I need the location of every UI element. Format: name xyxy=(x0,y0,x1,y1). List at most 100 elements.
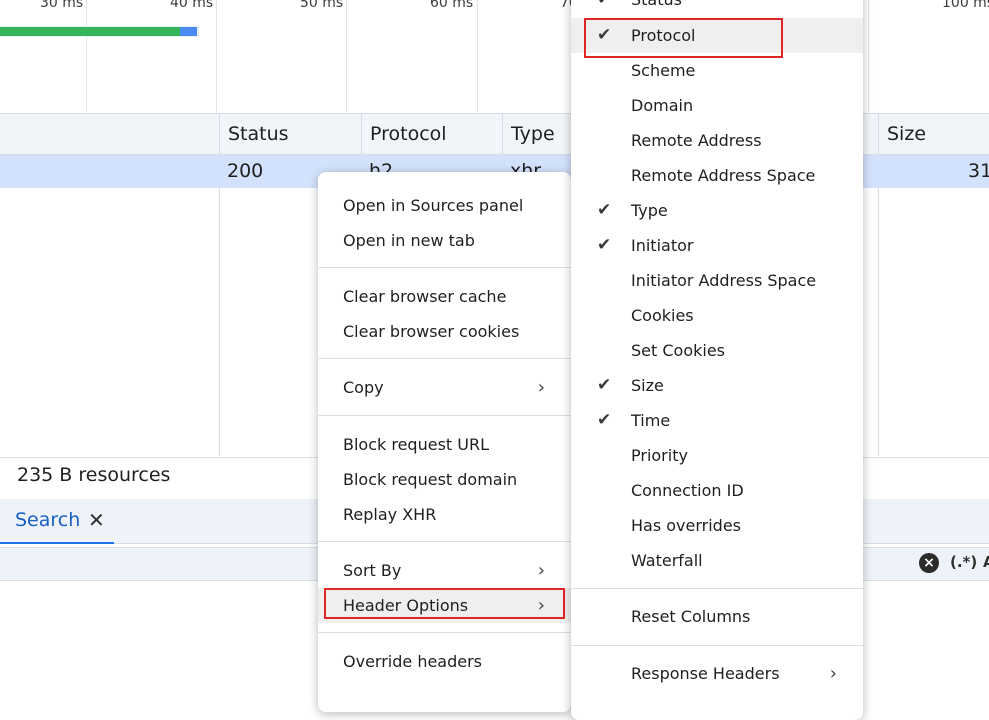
menu-item-label: Open in Sources panel xyxy=(343,196,524,215)
highlight-box xyxy=(324,588,565,619)
menu-item-label: Set Cookies xyxy=(631,341,725,360)
resources-summary-text: 235 B resources xyxy=(17,464,171,486)
menu-item-label: Copy xyxy=(343,378,384,397)
menu-item-label: Initiator Address Space xyxy=(631,271,817,290)
column-option-priority[interactable]: Priority xyxy=(571,438,863,473)
tab-search-label: Search xyxy=(15,509,81,531)
timeline-gridline xyxy=(477,0,478,113)
menu-item-label: Initiator xyxy=(631,236,694,255)
timeline-tick-label: 50 ms xyxy=(300,0,344,11)
chevron-right-icon: › xyxy=(537,560,545,581)
menu-item-label: Cookies xyxy=(631,306,694,325)
cell-size: 314 xyxy=(968,160,989,182)
column-option-cookies[interactable]: Cookies xyxy=(571,298,863,333)
checkmark-icon: ✔ xyxy=(597,200,612,220)
menu-separator xyxy=(318,267,571,268)
timeline-gridline xyxy=(216,0,217,113)
column-option-time[interactable]: ✔ Time xyxy=(571,403,863,438)
timeline-bar-download xyxy=(180,27,197,36)
menu-separator xyxy=(318,632,571,633)
menu-item-label: Connection ID xyxy=(631,481,744,500)
column-divider xyxy=(878,188,879,456)
timeline-gridline xyxy=(346,0,347,113)
menu-item-reset-columns[interactable]: Reset Columns xyxy=(571,599,863,634)
cell-status: 200 xyxy=(227,160,264,182)
menu-item-label: Clear browser cache xyxy=(343,287,507,306)
column-option-scheme[interactable]: Scheme xyxy=(571,53,863,88)
column-option-status[interactable]: ✔ Status xyxy=(571,0,863,17)
column-header-protocol[interactable]: Protocol xyxy=(361,114,502,154)
timeline-gridline xyxy=(868,0,869,113)
timeline-gridline xyxy=(86,0,87,113)
regex-toggle-icon[interactable]: (.*) xyxy=(950,553,977,571)
checkmark-icon: ✔ xyxy=(597,410,612,430)
menu-separator xyxy=(318,541,571,542)
menu-item-block-domain[interactable]: Block request domain xyxy=(318,462,571,497)
chevron-right-icon: › xyxy=(829,663,837,684)
menu-separator xyxy=(318,358,571,359)
column-option-type[interactable]: ✔ Type xyxy=(571,193,863,228)
menu-item-label: Replay XHR xyxy=(343,505,437,524)
menu-item-label: Type xyxy=(631,201,668,220)
close-icon[interactable]: ✕ xyxy=(88,508,105,532)
menu-item-label: Response Headers xyxy=(631,664,780,683)
menu-item-replay-xhr[interactable]: Replay XHR xyxy=(318,497,571,532)
menu-item-block-url[interactable]: Block request URL xyxy=(318,427,571,462)
menu-separator xyxy=(571,588,863,589)
header-options-submenu: ✔Status ✔Protocol Scheme Domain Remote A… xyxy=(571,0,863,720)
menu-item-label: Block request domain xyxy=(343,470,518,489)
timeline-bar-waiting xyxy=(0,27,180,36)
menu-item-label: Domain xyxy=(631,96,694,115)
column-option-has-overrides[interactable]: Has overrides xyxy=(571,508,863,543)
menu-item-label: Waterfall xyxy=(631,551,703,570)
menu-item-label: Sort By xyxy=(343,561,402,580)
menu-item-open-new-tab[interactable]: Open in new tab xyxy=(318,223,571,258)
menu-item-label: Clear browser cookies xyxy=(343,322,520,341)
timeline-tick-label: 60 ms xyxy=(430,0,474,11)
menu-item-label: Scheme xyxy=(631,61,696,80)
column-option-initiator[interactable]: ✔ Initiator xyxy=(571,228,863,263)
column-option-connection-id[interactable]: Connection ID xyxy=(571,473,863,508)
checkmark-icon: ✔ xyxy=(597,235,612,255)
menu-item-open-in-sources[interactable]: Open in Sources panel xyxy=(318,188,571,223)
menu-separator xyxy=(571,645,863,646)
menu-item-clear-cache[interactable]: Clear browser cache xyxy=(318,279,571,314)
menu-item-label: Open in new tab xyxy=(343,231,475,250)
menu-item-label: Reset Columns xyxy=(631,607,751,626)
column-option-remote-address-space[interactable]: Remote Address Space xyxy=(571,158,863,193)
menu-item-label: Override headers xyxy=(343,652,483,671)
column-option-set-cookies[interactable]: Set Cookies xyxy=(571,333,863,368)
menu-item-response-headers[interactable]: Response Headers › xyxy=(571,656,863,691)
chevron-right-icon: › xyxy=(537,377,545,398)
timeline-tick-label: 100 ms xyxy=(942,0,989,11)
menu-item-copy[interactable]: Copy › xyxy=(318,370,571,405)
clear-search-icon[interactable]: × xyxy=(919,553,939,573)
column-header-status[interactable]: Status xyxy=(219,114,361,154)
column-option-size[interactable]: ✔ Size xyxy=(571,368,863,403)
menu-item-label: Block request URL xyxy=(343,435,490,454)
checkmark-icon: ✔ xyxy=(597,0,611,17)
timeline-tick-label: 30 ms xyxy=(40,0,84,11)
column-option-waterfall[interactable]: Waterfall xyxy=(571,543,863,578)
menu-item-label: Time xyxy=(631,411,671,430)
column-header-size[interactable]: Size xyxy=(878,114,989,154)
menu-item-clear-cookies[interactable]: Clear browser cookies xyxy=(318,314,571,349)
column-option-remote-address[interactable]: Remote Address xyxy=(571,123,863,158)
highlight-box xyxy=(584,18,783,58)
checkmark-icon: ✔ xyxy=(597,375,612,395)
timeline-tick-label: 40 ms xyxy=(170,0,214,11)
menu-item-override-headers[interactable]: Override headers xyxy=(318,644,571,679)
column-option-initiator-address-space[interactable]: Initiator Address Space xyxy=(571,263,863,298)
match-case-toggle[interactable]: A xyxy=(983,553,989,571)
menu-item-label: Priority xyxy=(631,446,688,465)
menu-separator xyxy=(318,415,571,416)
menu-item-label: Remote Address Space xyxy=(631,166,816,185)
menu-item-label: Size xyxy=(631,376,664,395)
menu-item-sort-by[interactable]: Sort By › xyxy=(318,553,571,588)
menu-item-label: Status xyxy=(631,0,682,17)
column-divider xyxy=(219,188,220,456)
request-context-menu: Open in Sources panel Open in new tab Cl… xyxy=(318,172,571,712)
menu-item-label: Remote Address xyxy=(631,131,762,150)
menu-item-label: Has overrides xyxy=(631,516,742,535)
column-option-domain[interactable]: Domain xyxy=(571,88,863,123)
